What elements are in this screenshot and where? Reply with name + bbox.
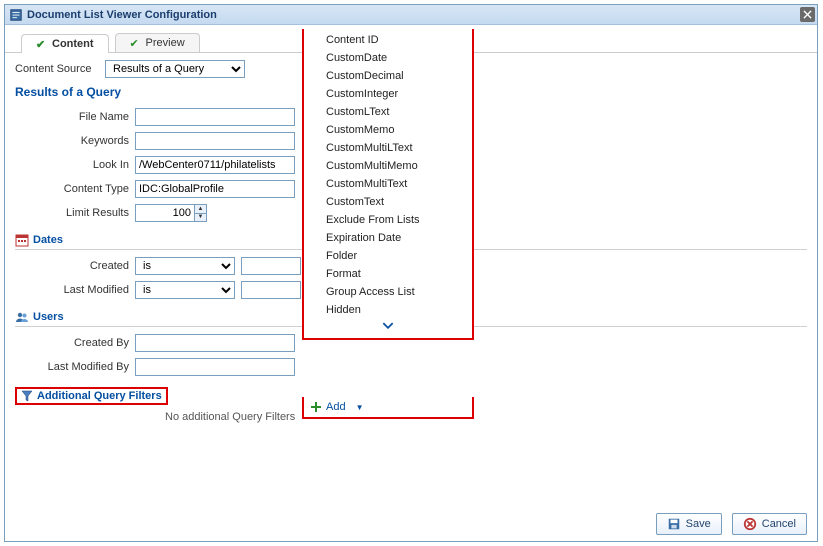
chevron-down-icon: ▼: [356, 403, 364, 412]
content-type-input[interactable]: [135, 180, 295, 198]
dropdown-item[interactable]: Exclude From Lists: [304, 211, 472, 229]
no-filters-text: No additional Query Filters: [165, 411, 807, 423]
last-modified-by-label: Last Modified By: [15, 361, 135, 373]
dropdown-item[interactable]: Format: [304, 265, 472, 283]
keywords-label: Keywords: [15, 135, 135, 147]
filter-icon: [21, 390, 33, 402]
dropdown-item[interactable]: CustomMultiText: [304, 175, 472, 193]
aqf-title: Additional Query Filters: [37, 390, 162, 402]
keywords-input[interactable]: [135, 132, 295, 150]
dropdown-item[interactable]: CustomMultiMemo: [304, 157, 472, 175]
check-icon: ✔: [130, 37, 142, 49]
save-button[interactable]: Save: [656, 513, 722, 535]
spinner-up[interactable]: ▲: [195, 205, 206, 214]
content-panel: Content Source Results of a Query Result…: [5, 53, 817, 429]
file-name-label: File Name: [15, 111, 135, 123]
dialog: Document List Viewer Configuration ✔ Con…: [4, 4, 818, 542]
dropdown-item[interactable]: Folder: [304, 247, 472, 265]
filter-field-dropdown: Content IDCustomDateCustomDecimalCustomI…: [302, 29, 474, 340]
created-op-select[interactable]: is: [135, 257, 235, 275]
look-in-input[interactable]: [135, 156, 295, 174]
save-icon: [667, 517, 681, 531]
dropdown-item[interactable]: Hidden: [304, 301, 472, 319]
content-source-select[interactable]: Results of a Query: [105, 60, 245, 78]
dates-title: Dates: [33, 234, 63, 246]
users-title: Users: [33, 311, 64, 323]
add-label: Add: [326, 401, 346, 413]
file-name-input[interactable]: [135, 108, 295, 126]
dropdown-more[interactable]: [304, 319, 472, 334]
created-by-label: Created By: [15, 337, 135, 349]
dropdown-item[interactable]: CustomDate: [304, 49, 472, 67]
limit-results-input[interactable]: [135, 204, 195, 222]
calendar-icon: [15, 233, 29, 247]
cancel-button[interactable]: Cancel: [732, 513, 807, 535]
content-source-label: Content Source: [15, 63, 105, 75]
add-filter-button[interactable]: Add ▼: [302, 397, 474, 419]
content-type-label: Content Type: [15, 183, 135, 195]
last-modified-label: Last Modified: [15, 284, 135, 296]
cancel-label: Cancel: [762, 518, 796, 530]
check-icon: ✔: [36, 38, 48, 50]
users-icon: [15, 310, 29, 324]
last-modified-value-input[interactable]: [241, 281, 301, 299]
created-value-input[interactable]: [241, 257, 301, 275]
dialog-title: Document List Viewer Configuration: [27, 9, 217, 21]
dropdown-item[interactable]: CustomText: [304, 193, 472, 211]
last-modified-op-select[interactable]: is: [135, 281, 235, 299]
limit-results-label: Limit Results: [15, 207, 135, 219]
limit-results-spinner: ▲ ▼: [135, 204, 207, 222]
config-icon: [9, 8, 23, 22]
titlebar: Document List Viewer Configuration: [5, 5, 817, 25]
dropdown-item[interactable]: CustomInteger: [304, 85, 472, 103]
look-in-label: Look In: [15, 159, 135, 171]
dropdown-item[interactable]: CustomMultiLText: [304, 139, 472, 157]
save-label: Save: [686, 518, 711, 530]
tab-preview[interactable]: ✔ Preview: [115, 33, 200, 52]
tab-label: Content: [52, 38, 94, 50]
dropdown-item[interactable]: CustomMemo: [304, 121, 472, 139]
created-by-input[interactable]: [135, 334, 295, 352]
dropdown-item[interactable]: Expiration Date: [304, 229, 472, 247]
dropdown-item[interactable]: CustomLText: [304, 103, 472, 121]
spinner-down[interactable]: ▼: [195, 214, 206, 222]
dropdown-item[interactable]: CustomDecimal: [304, 67, 472, 85]
dialog-footer: Save Cancel: [656, 513, 807, 535]
plus-icon: [310, 401, 322, 413]
additional-query-filters-header: Additional Query Filters: [15, 387, 168, 405]
last-modified-by-input[interactable]: [135, 358, 295, 376]
dropdown-item[interactable]: Group Access List: [304, 283, 472, 301]
close-button[interactable]: [800, 7, 815, 22]
created-label: Created: [15, 260, 135, 272]
tab-label: Preview: [146, 37, 185, 49]
dropdown-item[interactable]: Content ID: [304, 31, 472, 49]
tab-content[interactable]: ✔ Content: [21, 34, 109, 53]
cancel-icon: [743, 517, 757, 531]
